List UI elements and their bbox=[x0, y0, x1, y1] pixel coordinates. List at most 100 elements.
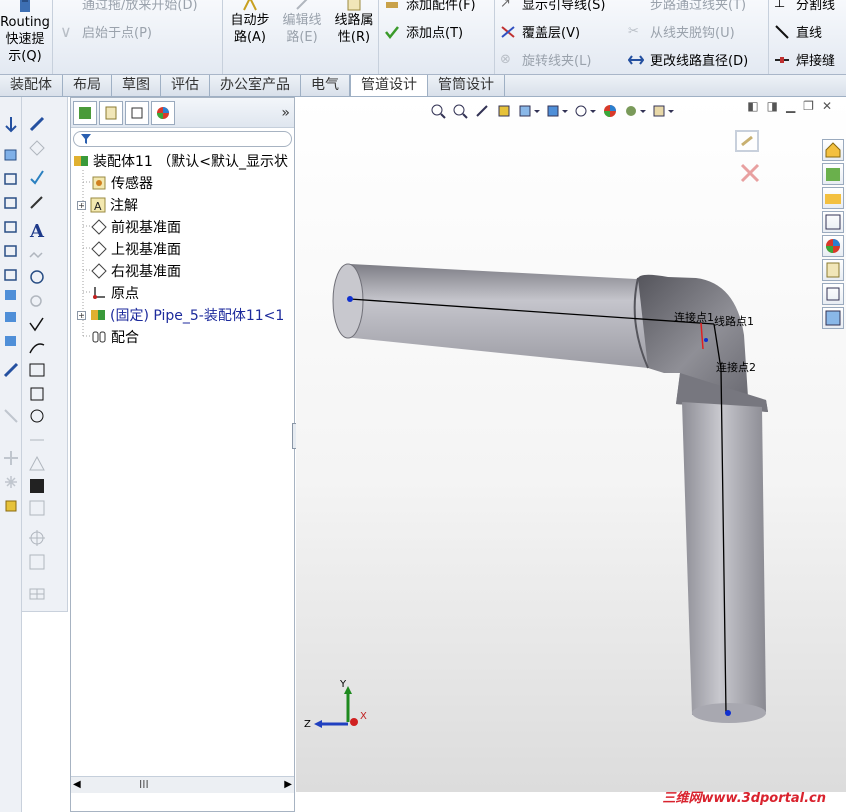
tab-tubing[interactable]: 管筒设计 bbox=[428, 75, 505, 96]
unclip-button[interactable]: ✂ 从线夹脱钩(U) bbox=[628, 22, 735, 42]
tab-office-products[interactable]: 办公室产品 bbox=[210, 75, 301, 96]
file-explorer-tab[interactable] bbox=[822, 187, 844, 209]
auto-route-button[interactable]: 自动步 路(A) bbox=[226, 0, 274, 46]
hole-callout-icon[interactable] bbox=[28, 361, 46, 379]
solid-cube3-icon[interactable] bbox=[2, 331, 20, 349]
hatch-icon[interactable] bbox=[28, 477, 46, 495]
cube-iso-icon[interactable] bbox=[2, 241, 20, 259]
surface-finish-icon[interactable] bbox=[28, 315, 46, 333]
tree-horizontal-scrollbar[interactable]: ◀ III ▶ bbox=[71, 776, 294, 793]
geometric-tolerance-icon[interactable] bbox=[28, 431, 46, 449]
solid-cube-icon[interactable] bbox=[2, 285, 20, 303]
home-icon bbox=[825, 142, 841, 158]
route-through-clip-label: 步路通过线夹(T) bbox=[650, 0, 747, 13]
cube-right-icon[interactable] bbox=[2, 217, 20, 235]
tree-root-assembly[interactable]: 装配体11 （默认<默认_显示状 bbox=[73, 150, 288, 172]
pipe-model[interactable] bbox=[296, 97, 796, 737]
solid-cube2-icon[interactable] bbox=[2, 307, 20, 325]
route-endpoint-end[interactable] bbox=[725, 710, 731, 716]
horizontal-pipe[interactable] bbox=[332, 263, 656, 368]
note-text-icon[interactable]: A bbox=[30, 221, 48, 242]
move-icon[interactable] bbox=[2, 449, 20, 467]
balloon-icon[interactable] bbox=[28, 269, 46, 287]
graphics-viewport[interactable]: ◧ ◨ ▁ ❐ ✕ 连接点1 线路点1 连接点2 Y X Z bbox=[296, 97, 846, 792]
axis-x-label: X bbox=[360, 711, 367, 722]
design-library-tab[interactable] bbox=[822, 163, 844, 185]
routing-library-tab[interactable] bbox=[822, 283, 844, 305]
line-label: 直线 bbox=[796, 26, 823, 41]
tab-electrical[interactable]: 电气 bbox=[301, 75, 350, 96]
datum-target-icon[interactable] bbox=[28, 407, 46, 425]
tab-property-manager[interactable] bbox=[99, 100, 123, 125]
rotate-clip-button[interactable]: ⊗ 旋转线夹(L) bbox=[500, 50, 592, 70]
magnify-icon[interactable] bbox=[28, 293, 46, 311]
balloon-series-icon[interactable] bbox=[28, 247, 46, 265]
scroll-thumb-grip[interactable]: III bbox=[139, 778, 149, 791]
routing-quick-tips-button[interactable]: Routing 快速提 示(Q) bbox=[0, 0, 50, 65]
format-painter-icon[interactable] bbox=[28, 193, 46, 211]
anchor-icon[interactable] bbox=[2, 115, 20, 133]
routing-label: Routing 快速提 示(Q) bbox=[0, 15, 50, 64]
link-icon[interactable] bbox=[2, 361, 20, 379]
tab-layout[interactable]: 布局 bbox=[63, 75, 112, 96]
tab-configuration-manager[interactable] bbox=[125, 100, 149, 125]
spell-check-icon[interactable] bbox=[28, 167, 46, 185]
tab-piping[interactable]: 管道设计 bbox=[350, 75, 428, 96]
weld-symbol-icon[interactable] bbox=[28, 339, 46, 357]
show-guides-button[interactable]: ↗ 显示引导线(S) bbox=[500, 0, 605, 13]
route-properties-icon bbox=[347, 0, 361, 11]
restore-icon[interactable]: ❐ bbox=[803, 99, 814, 113]
cover-layer-button[interactable]: 覆盖层(V) bbox=[500, 22, 580, 41]
tab-assembly[interactable]: 装配体 bbox=[0, 75, 63, 96]
tree-filter-input[interactable] bbox=[73, 131, 292, 147]
smart-dimension-icon[interactable] bbox=[28, 115, 46, 133]
cube-top-icon[interactable] bbox=[2, 193, 20, 211]
start-at-point-button[interactable]: ∨ 启始于点(P) bbox=[60, 22, 152, 41]
block-icon[interactable] bbox=[28, 499, 46, 517]
cube-icon[interactable] bbox=[2, 145, 20, 163]
drag-drop-start-button[interactable]: 通过拖/放来开始(D) bbox=[60, 0, 198, 13]
diamond-icon[interactable] bbox=[28, 139, 46, 157]
forum-tab[interactable] bbox=[822, 307, 844, 329]
weld-gap-icon bbox=[775, 56, 789, 63]
change-diameter-button[interactable]: 更改线路直径(D) bbox=[628, 50, 748, 69]
cube-front-icon[interactable] bbox=[2, 169, 20, 187]
edit-route-button[interactable]: 编辑线 路(E) bbox=[278, 0, 326, 46]
table-icon[interactable] bbox=[28, 585, 46, 603]
dim-tool-icon[interactable] bbox=[2, 407, 20, 425]
expand-panel-icon[interactable]: » bbox=[281, 105, 290, 121]
split-line-button[interactable]: ⊥ 分割线 bbox=[774, 0, 835, 13]
tab-display-manager[interactable] bbox=[151, 100, 175, 125]
sw-resources-tab[interactable] bbox=[822, 139, 844, 161]
tab-feature-manager[interactable] bbox=[73, 100, 97, 125]
line-button[interactable]: 直线 bbox=[774, 22, 822, 41]
key-icon[interactable] bbox=[2, 497, 20, 515]
tab-sketch[interactable]: 草图 bbox=[112, 75, 161, 96]
rotate-clip-label: 旋转线夹(L) bbox=[522, 54, 592, 69]
view-palette-tab[interactable] bbox=[822, 211, 844, 233]
center-mark-icon[interactable] bbox=[28, 529, 46, 547]
warning-icon[interactable] bbox=[28, 455, 46, 473]
cube-dim-icon[interactable] bbox=[2, 265, 20, 283]
weld-gap-button[interactable]: 焊接缝 bbox=[774, 50, 835, 69]
custom-properties-tab[interactable] bbox=[822, 259, 844, 281]
datum-feature-icon[interactable] bbox=[28, 385, 46, 403]
add-fitting-button[interactable]: 添加配件(F) bbox=[384, 0, 476, 13]
add-point-button[interactable]: 添加点(T) bbox=[384, 22, 463, 41]
route-through-clip-button[interactable]: 步路通过线夹(T) bbox=[628, 0, 746, 13]
palette-icon bbox=[825, 214, 841, 230]
appearances-tab[interactable] bbox=[822, 235, 844, 257]
elbow-fitting[interactable] bbox=[633, 274, 768, 412]
close-icon[interactable]: ✕ bbox=[822, 99, 832, 113]
asterisk-icon[interactable] bbox=[2, 473, 20, 491]
route-endpoint-start[interactable] bbox=[347, 296, 353, 302]
route-properties-button[interactable]: 线路属 性(R) bbox=[330, 0, 378, 46]
tree-root-label: 装配体11 （默认<默认_显示状 bbox=[93, 154, 288, 170]
tab-evaluate[interactable]: 评估 bbox=[161, 75, 210, 96]
scroll-right-icon[interactable]: ▶ bbox=[284, 779, 292, 790]
cover-layer-icon bbox=[501, 25, 515, 38]
centerline-icon[interactable] bbox=[28, 553, 46, 571]
scroll-left-icon[interactable]: ◀ bbox=[73, 779, 81, 790]
route-point[interactable] bbox=[704, 338, 708, 342]
tree-item-label: (固定) Pipe_5-装配体11<1 bbox=[110, 308, 285, 324]
